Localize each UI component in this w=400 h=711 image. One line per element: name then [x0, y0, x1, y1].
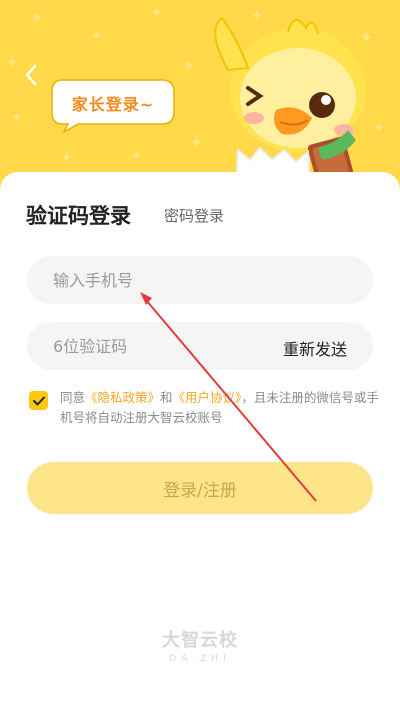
brand-name-cn: 大智云校: [162, 630, 238, 651]
tab-sms-login[interactable]: 验证码登录: [26, 200, 131, 230]
sparkle-icon: ✦: [90, 26, 104, 45]
duck-mascot-illustration: [214, 16, 366, 190]
login-register-button[interactable]: 登录/注册: [27, 462, 373, 514]
bubble-label: 家长登录~: [71, 95, 155, 114]
agreement-text: 同意《隐私政策》和《用户协议》，且未注册的微信号或手机号将自动注册大智云校账号: [60, 388, 380, 428]
checkmark-icon: [32, 396, 45, 405]
header-banner: ✦ ✦ ✦ ✦ ✦ ✦ ✦ ✦ ✦ ✦ ✦ ✦ 家长登录~: [0, 0, 400, 200]
back-button[interactable]: [14, 58, 48, 92]
speech-bubble: 家长登录~: [50, 76, 176, 134]
agreement-prefix: 同意: [60, 390, 86, 405]
sparkle-icon: ✦: [150, 3, 164, 22]
sparkle-icon: ✦: [130, 146, 144, 165]
resend-code-button[interactable]: 重新发送: [283, 336, 347, 360]
sparkle-icon: ✦: [182, 56, 196, 75]
agreement-and: 和: [160, 390, 173, 405]
privacy-policy-link[interactable]: 《隐私政策》: [85, 390, 160, 405]
brand-logo: 大智云校 DA·ZHI: [158, 626, 242, 664]
sparkle-icon: ✦: [60, 148, 74, 167]
chevron-left-icon: [25, 64, 37, 86]
agreement-checkbox[interactable]: [29, 391, 48, 410]
sparkle-icon: ✦: [30, 8, 44, 27]
user-agreement-link[interactable]: 《用户协议》: [173, 390, 242, 405]
sparkle-icon: ✦: [10, 108, 24, 127]
phone-input[interactable]: [27, 256, 373, 304]
brand-name-en: DA·ZHI: [169, 654, 231, 664]
tab-password-login[interactable]: 密码登录: [164, 205, 224, 226]
